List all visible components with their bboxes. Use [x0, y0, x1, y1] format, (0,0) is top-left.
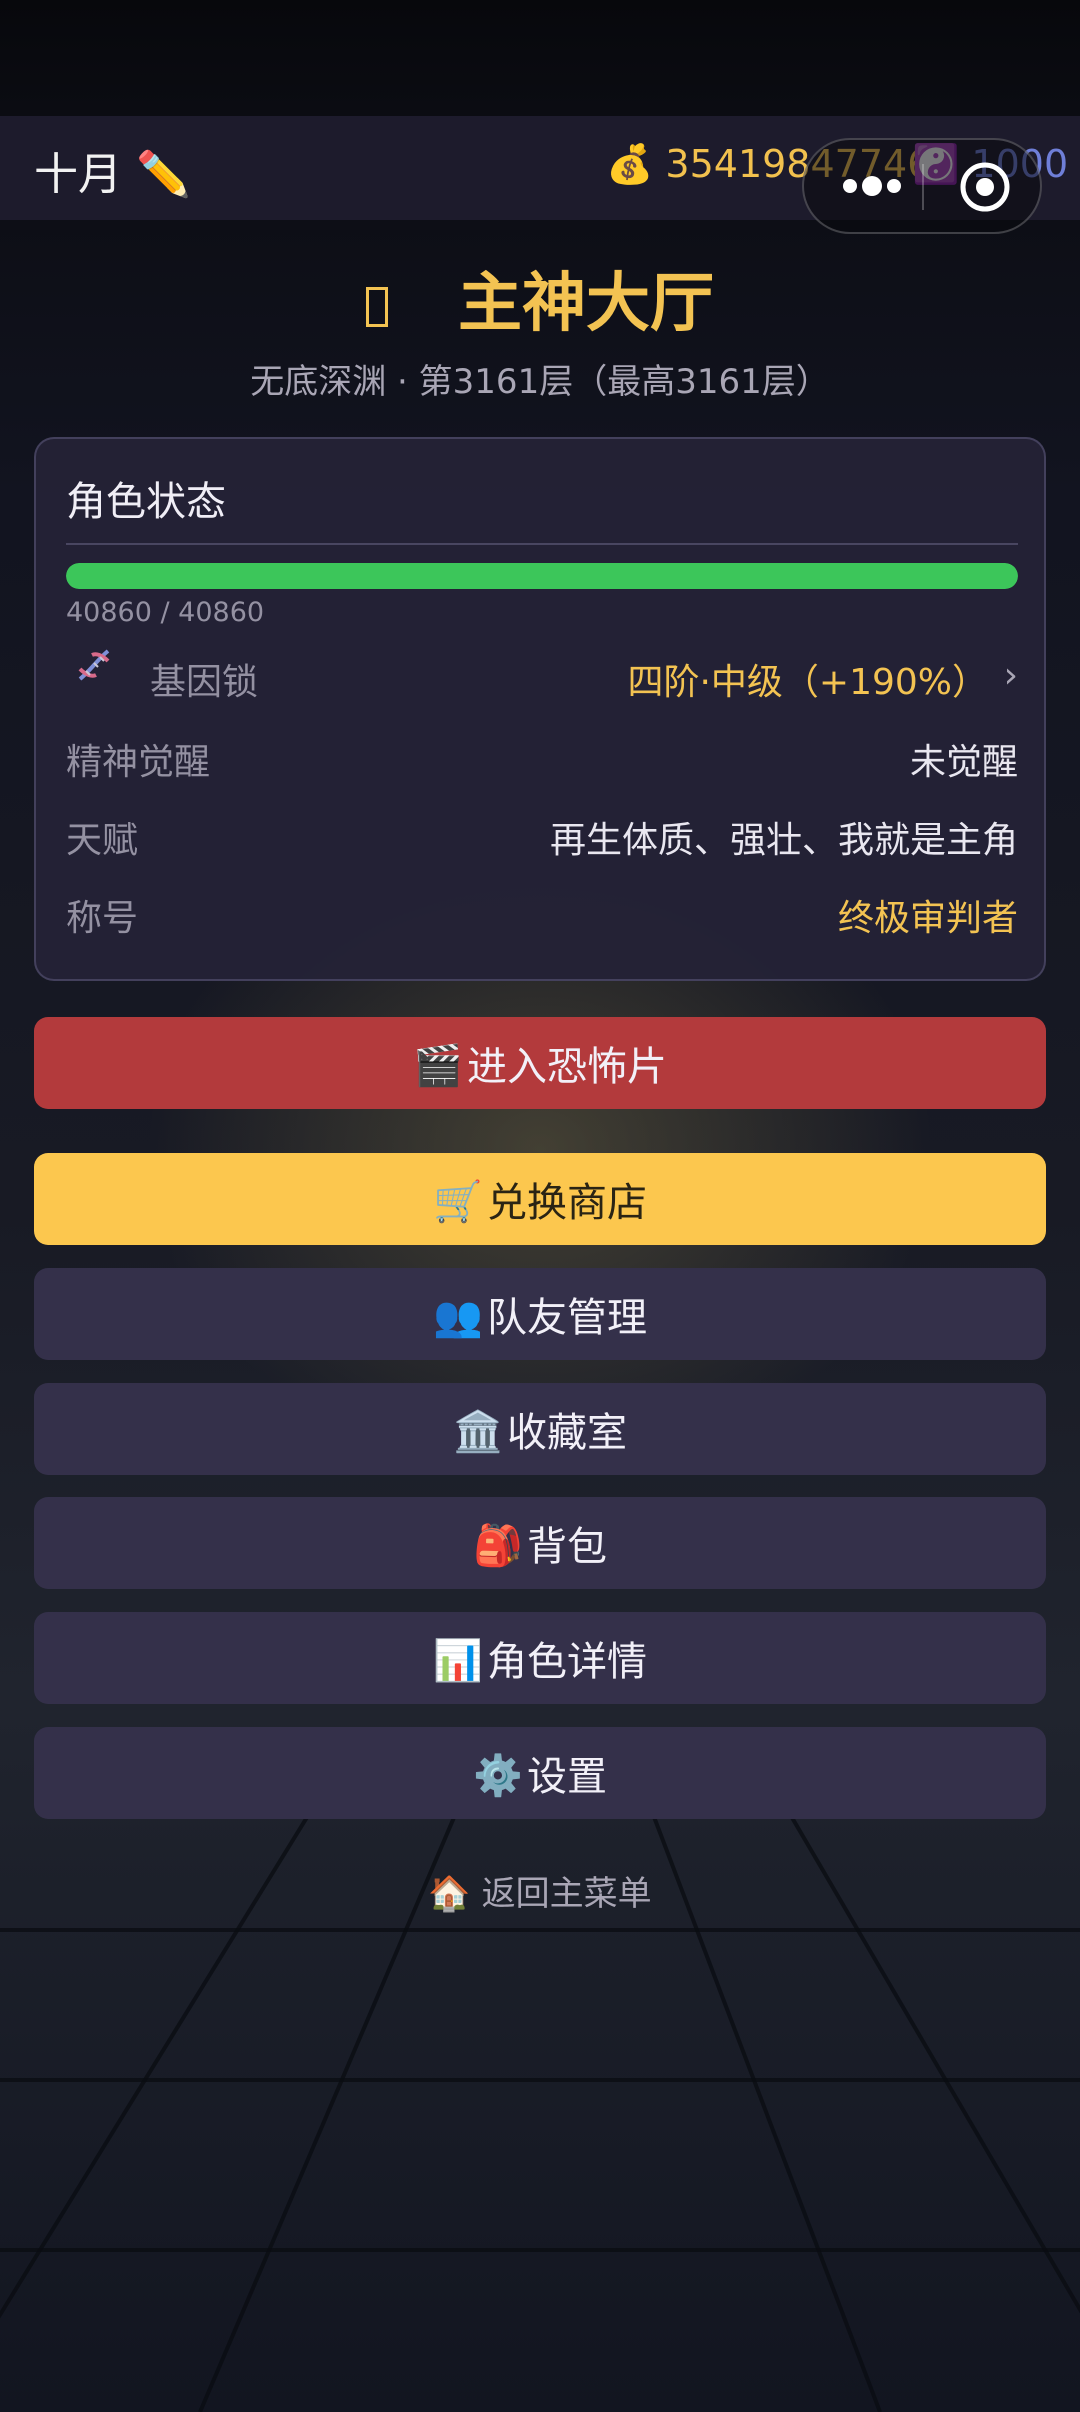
- house-icon: 🏠: [428, 1874, 471, 1914]
- card-divider: [66, 543, 1018, 545]
- gene-lock-value: 四阶·中级（+190%）: [627, 662, 988, 703]
- location-subtitle: 无底深渊 · 第3161层（最高3161层）: [250, 362, 830, 402]
- spirit-awakening-label: 精神觉醒: [66, 742, 211, 783]
- collection-button[interactable]: 🏛️ 收藏室: [34, 1383, 1046, 1475]
- month-display[interactable]: 十月 ✏️: [34, 138, 191, 202]
- title-row: 称号 终极审判者: [66, 889, 1018, 939]
- page-title-text: 主神大厅: [458, 267, 714, 341]
- card-title: 角色状态: [66, 479, 226, 525]
- hp-bar-fill: [66, 563, 1018, 589]
- talent-value: 再生体质、强壮、我就是主角: [549, 820, 1018, 861]
- clapperboard-icon: 🎬: [413, 1043, 463, 1089]
- character-status-card: 角色状态 40860 / 40860 基因锁 四阶·中级（+190%） › 精神…: [34, 437, 1046, 981]
- settings-label: 设置: [527, 1754, 607, 1800]
- enter-horror-label: 进入恐怖片: [467, 1044, 667, 1090]
- character-details-label: 角色详情: [487, 1639, 647, 1685]
- backpack-icon: 🎒: [473, 1523, 523, 1569]
- missing-glyph-icon: [366, 287, 388, 328]
- back-label: 返回主菜单: [481, 1874, 652, 1914]
- shop-button[interactable]: 🛒 兑换商店: [34, 1153, 1046, 1245]
- back-to-main-menu-link[interactable]: 🏠 返回主菜单: [0, 1866, 1080, 1915]
- shop-label: 兑换商店: [487, 1180, 647, 1226]
- spirit-awakening-row: 精神觉醒 未觉醒: [66, 733, 1018, 783]
- enter-horror-button[interactable]: 🎬 进入恐怖片: [34, 1017, 1046, 1109]
- miniprogram-capsule: [802, 138, 1042, 234]
- settings-button[interactable]: ⚙️ 设置: [34, 1727, 1046, 1819]
- money-bag-icon: 💰: [606, 142, 654, 186]
- hp-bar: [66, 563, 1018, 589]
- month-label: 十月: [34, 149, 122, 200]
- capsule-divider: [922, 164, 924, 210]
- collection-label: 收藏室: [507, 1410, 627, 1456]
- gene-lock-label: 基因锁: [150, 662, 259, 703]
- shopping-cart-icon: 🛒: [433, 1179, 483, 1225]
- backpack-label: 背包: [527, 1524, 607, 1570]
- page-title: 主神大厅: [0, 252, 1080, 344]
- honor-title-value: 终极审判者: [837, 898, 1018, 939]
- pencil-icon[interactable]: ✏️: [136, 149, 191, 200]
- close-miniprogram-icon[interactable]: [958, 160, 1012, 214]
- spirit-awakening-value: 未觉醒: [909, 742, 1018, 783]
- bar-chart-icon: 📊: [433, 1638, 483, 1684]
- chevron-right-icon: ›: [1003, 655, 1018, 696]
- museum-icon: 🏛️: [453, 1409, 503, 1455]
- people-icon: 👥: [433, 1294, 483, 1340]
- talent-label: 天赋: [66, 820, 139, 861]
- character-details-button[interactable]: 📊 角色详情: [34, 1612, 1046, 1704]
- teammates-button[interactable]: 👥 队友管理: [34, 1268, 1046, 1360]
- hp-text: 40860 / 40860: [66, 597, 265, 628]
- teammates-label: 队友管理: [487, 1295, 647, 1341]
- honor-title-label: 称号: [66, 898, 139, 939]
- talent-row: 天赋 再生体质、强壮、我就是主角: [66, 811, 1018, 861]
- gear-icon: ⚙️: [473, 1753, 523, 1799]
- gene-lock-row[interactable]: 基因锁 四阶·中级（+190%） ›: [66, 653, 1018, 703]
- more-options-icon[interactable]: [832, 162, 912, 210]
- backpack-button[interactable]: 🎒 背包: [34, 1497, 1046, 1589]
